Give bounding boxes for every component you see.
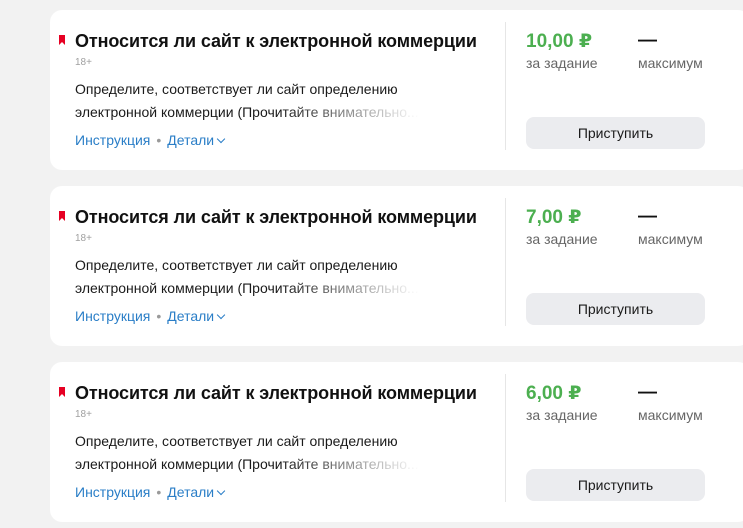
max-label: максимум	[638, 231, 703, 247]
chevron-down-icon	[216, 134, 226, 144]
instruction-link[interactable]: Инструкция	[75, 484, 150, 500]
bookmark-icon[interactable]	[59, 387, 65, 397]
details-link[interactable]: Детали	[167, 308, 226, 324]
age-rating-badge: 18+	[75, 233, 92, 244]
start-task-button[interactable]: Приступить	[526, 293, 705, 325]
task-links: Инструкция • Детали	[75, 132, 226, 148]
task-title[interactable]: Относится ли сайт к электронной коммерци…	[75, 383, 477, 404]
details-label: Детали	[167, 484, 215, 500]
price-label: за задание	[526, 407, 598, 423]
task-price: 6,00 ₽	[526, 383, 582, 404]
price-label: за задание	[526, 55, 598, 71]
details-link[interactable]: Детали	[167, 132, 226, 148]
task-title[interactable]: Относится ли сайт к электронной коммерци…	[75, 207, 477, 228]
task-card: Относится ли сайт к электронной коммерци…	[50, 362, 743, 522]
instruction-link[interactable]: Инструкция	[75, 308, 150, 324]
details-label: Детали	[167, 132, 215, 148]
details-label: Детали	[167, 308, 215, 324]
age-rating-badge: 18+	[75, 409, 92, 420]
start-task-button[interactable]: Приступить	[526, 117, 705, 149]
bookmark-icon[interactable]	[59, 35, 65, 45]
max-label: максимум	[638, 55, 703, 71]
description-line: электронной коммерции (Прочитайте внимат…	[75, 104, 419, 120]
max-value: —	[638, 206, 657, 227]
description-line: электронной коммерции (Прочитайте внимат…	[75, 456, 419, 472]
age-rating-badge: 18+	[75, 57, 92, 68]
link-separator: •	[156, 132, 162, 148]
link-separator: •	[156, 308, 162, 324]
task-description: Определите, соответствует ли сайт опреде…	[75, 430, 445, 476]
card-divider	[505, 22, 506, 150]
instruction-link[interactable]: Инструкция	[75, 132, 150, 148]
card-divider	[505, 198, 506, 326]
max-value: —	[638, 382, 657, 403]
description-line: Определите, соответствует ли сайт опреде…	[75, 433, 398, 449]
description-line: Определите, соответствует ли сайт опреде…	[75, 257, 398, 273]
chevron-down-icon	[216, 310, 226, 320]
task-price: 7,00 ₽	[526, 207, 582, 228]
task-price: 10,00 ₽	[526, 31, 593, 52]
max-value: —	[638, 30, 657, 51]
task-card: Относится ли сайт к электронной коммерци…	[50, 10, 743, 170]
description-line: Определите, соответствует ли сайт опреде…	[75, 81, 398, 97]
link-separator: •	[156, 484, 162, 500]
task-card: Относится ли сайт к электронной коммерци…	[50, 186, 743, 346]
max-label: максимум	[638, 407, 703, 423]
task-description: Определите, соответствует ли сайт опреде…	[75, 254, 445, 300]
card-divider	[505, 374, 506, 502]
task-links: Инструкция • Детали	[75, 308, 226, 324]
start-task-button[interactable]: Приступить	[526, 469, 705, 501]
task-links: Инструкция • Детали	[75, 484, 226, 500]
task-title[interactable]: Относится ли сайт к электронной коммерци…	[75, 31, 477, 52]
description-line: электронной коммерции (Прочитайте внимат…	[75, 280, 419, 296]
task-list: Относится ли сайт к электронной коммерци…	[0, 0, 743, 528]
chevron-down-icon	[216, 486, 226, 496]
task-description: Определите, соответствует ли сайт опреде…	[75, 78, 445, 124]
bookmark-icon[interactable]	[59, 211, 65, 221]
price-label: за задание	[526, 231, 598, 247]
details-link[interactable]: Детали	[167, 484, 226, 500]
